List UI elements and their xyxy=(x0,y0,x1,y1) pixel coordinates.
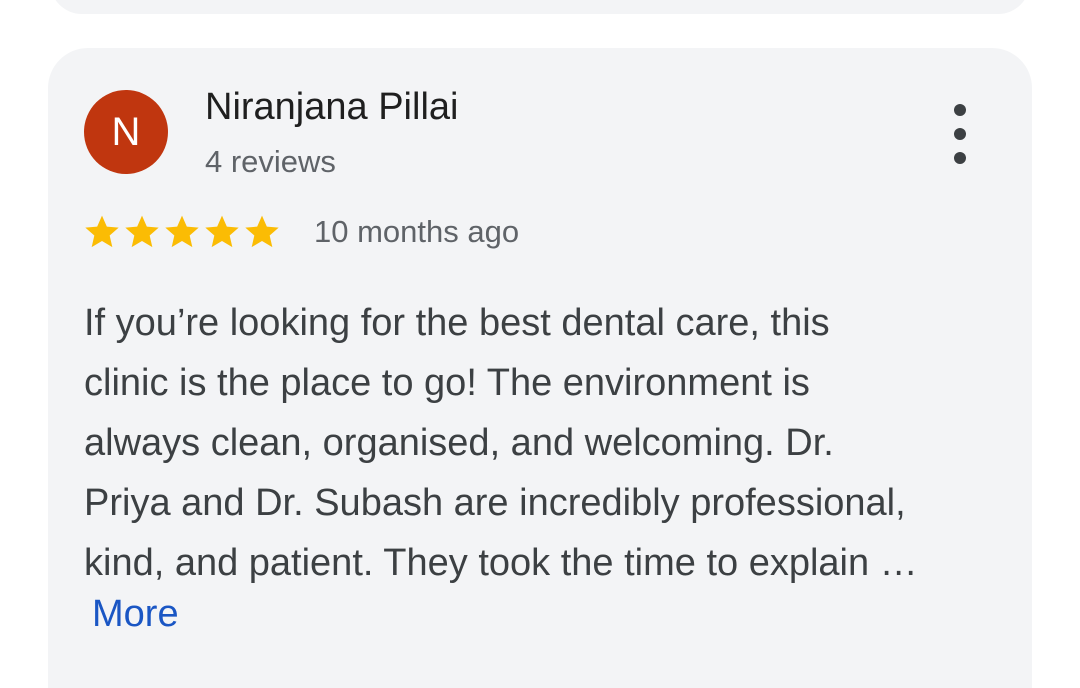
review-text: If you’re looking for the best dental ca… xyxy=(84,293,1004,593)
star-icon xyxy=(202,212,242,252)
review-time: 10 months ago xyxy=(314,214,520,249)
star-icon xyxy=(162,212,202,252)
star-icon xyxy=(242,212,282,252)
star-icon xyxy=(82,212,122,252)
review-text-line: always clean, organised, and welcoming. … xyxy=(84,422,834,464)
more-vert-icon xyxy=(954,104,966,116)
more-options-button[interactable] xyxy=(944,104,976,164)
avatar[interactable]: N xyxy=(84,90,168,174)
review-text-line: clinic is the place to go! The environme… xyxy=(84,362,810,404)
more-vert-icon-dot xyxy=(954,152,966,164)
previous-review-card xyxy=(50,0,1030,14)
star-icon xyxy=(122,212,162,252)
author-reviews-count[interactable]: 4 reviews xyxy=(205,144,336,180)
more-vert-icon-dot xyxy=(954,128,966,140)
review-text-line: If you’re looking for the best dental ca… xyxy=(84,302,830,344)
more-link[interactable]: More xyxy=(92,593,179,636)
author-name[interactable]: Niranjana Pillai xyxy=(205,86,458,129)
review-text-line: Priya and Dr. Subash are incredibly prof… xyxy=(84,482,906,524)
avatar-initial: N xyxy=(111,109,141,154)
star-rating xyxy=(82,212,282,252)
review-text-line: kind, and patient. They took the time to… xyxy=(84,542,918,584)
review-card: N Niranjana Pillai 4 reviews 10 months a… xyxy=(48,48,1032,688)
